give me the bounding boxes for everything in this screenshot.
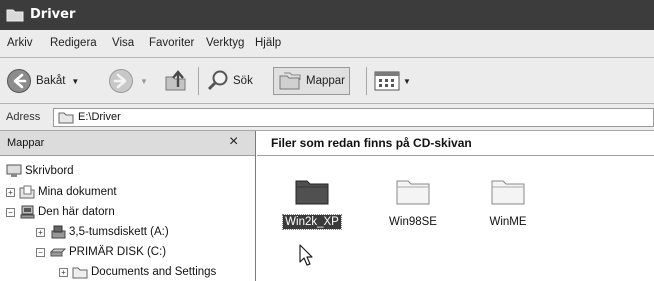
window-title: Driver bbox=[30, 7, 76, 22]
menu-visa[interactable]: Visa bbox=[112, 37, 134, 49]
search-button[interactable]: Sök bbox=[206, 67, 253, 95]
search-icon bbox=[207, 70, 228, 91]
views-icon bbox=[374, 71, 400, 91]
tree-label: 3,5-tumsdiskett (A:) bbox=[69, 226, 169, 238]
toolbar-separator bbox=[366, 67, 367, 95]
tree-item-skrivbord[interactable]: Skrivbord bbox=[6, 162, 74, 180]
folders-pane-header: Mappar × bbox=[0, 131, 255, 156]
content-header-title: Filer som redan finns på CD-skivan bbox=[271, 136, 472, 150]
views-dropdown-icon[interactable]: ▼ bbox=[403, 77, 411, 86]
tree-item-documents-and-settings[interactable]: Documents and Settings bbox=[72, 263, 216, 281]
folder-icon bbox=[396, 180, 430, 205]
tree-label: Skrivbord bbox=[25, 165, 74, 177]
expand-icon[interactable]: + bbox=[36, 228, 45, 237]
floppy-icon bbox=[51, 225, 66, 239]
address-value: E:\Driver bbox=[78, 111, 121, 123]
menu-redigera[interactable]: Redigera bbox=[50, 37, 97, 49]
folder-item-win98se[interactable]: Win98SE bbox=[368, 175, 458, 237]
folder-icon bbox=[58, 112, 74, 124]
close-icon[interactable]: × bbox=[229, 133, 238, 151]
folders-label: Mappar bbox=[306, 75, 345, 87]
folder-icon bbox=[72, 267, 88, 279]
content-header: Filer som redan finns på CD-skivan bbox=[257, 131, 654, 156]
tree-item-den-har-datorn[interactable]: Den här datorn bbox=[19, 203, 115, 221]
search-label: Sök bbox=[233, 75, 253, 87]
folder-icon bbox=[491, 180, 525, 205]
menu-arkiv[interactable]: Arkiv bbox=[7, 37, 33, 49]
menu-hjalp[interactable]: Hjälp bbox=[255, 37, 281, 49]
folder-label: Win98SE bbox=[389, 216, 437, 228]
collapse-icon[interactable]: − bbox=[36, 248, 45, 257]
menu-bar: Arkiv Redigera Visa Favoriter Verktyg Hj… bbox=[0, 30, 654, 58]
folders-pane: Mappar × Skrivbord + Mina dokument − Den… bbox=[0, 131, 256, 281]
title-bar[interactable]: Driver bbox=[0, 0, 654, 30]
tree-item-primar-disk[interactable]: PRIMÄR DISK (C:) bbox=[50, 243, 166, 261]
expand-icon[interactable]: + bbox=[6, 188, 15, 197]
address-label: Adress bbox=[6, 111, 41, 123]
folder-item-winme[interactable]: WinME bbox=[463, 175, 553, 237]
back-dropdown-icon[interactable]: ▼ bbox=[71, 77, 79, 86]
tree-label: Documents and Settings bbox=[91, 266, 217, 278]
desktop-icon bbox=[6, 164, 22, 177]
address-input[interactable]: E:\Driver bbox=[53, 108, 654, 127]
views-button[interactable]: ▼ bbox=[374, 67, 411, 95]
tree-item-mina-dokument[interactable]: Mina dokument bbox=[19, 183, 117, 201]
collapse-icon[interactable]: − bbox=[6, 208, 15, 217]
forward-arrow-icon bbox=[109, 69, 133, 93]
folder-label: Win2k_XP bbox=[282, 214, 342, 230]
back-button[interactable]: Bakåt ▼ bbox=[6, 67, 79, 95]
tree-item-floppy[interactable]: 3,5-tumsdiskett (A:) bbox=[50, 223, 169, 241]
folder-item-win2k-xp[interactable]: Win2k_XP bbox=[267, 175, 357, 237]
folder-label: WinME bbox=[489, 216, 527, 228]
mouse-cursor-icon bbox=[299, 244, 313, 266]
hard-disk-icon bbox=[50, 248, 66, 257]
tree-label: Mina dokument bbox=[38, 186, 117, 198]
folders-button[interactable]: Mappar bbox=[273, 67, 350, 95]
back-label: Bakåt bbox=[36, 75, 66, 87]
address-bar: Adress E:\Driver bbox=[0, 104, 654, 131]
toolbar: Bakåt ▼ ▼ Sök Mappar ▼ bbox=[0, 58, 654, 104]
forward-dropdown-icon[interactable]: ▼ bbox=[140, 77, 148, 86]
menu-verktyg[interactable]: Verktyg bbox=[206, 37, 244, 49]
folder-up-icon bbox=[165, 70, 186, 91]
up-button[interactable] bbox=[163, 67, 189, 95]
menu-favoriter[interactable]: Favoriter bbox=[149, 37, 194, 49]
file-list-pane: Filer som redan finns på CD-skivan Win2k… bbox=[257, 131, 654, 281]
my-documents-icon bbox=[19, 185, 35, 199]
folder-icon bbox=[295, 180, 329, 205]
toolbar-separator bbox=[198, 67, 199, 95]
my-computer-icon bbox=[20, 205, 35, 219]
forward-button[interactable]: ▼ bbox=[108, 67, 148, 95]
tree-label: Den här datorn bbox=[38, 206, 115, 218]
folders-icon bbox=[279, 72, 301, 90]
back-arrow-icon bbox=[7, 69, 31, 93]
folders-pane-title: Mappar bbox=[7, 137, 45, 149]
tree-label: PRIMÄR DISK (C:) bbox=[69, 246, 167, 258]
expand-icon[interactable]: + bbox=[59, 268, 68, 277]
folder-icon bbox=[6, 9, 24, 22]
